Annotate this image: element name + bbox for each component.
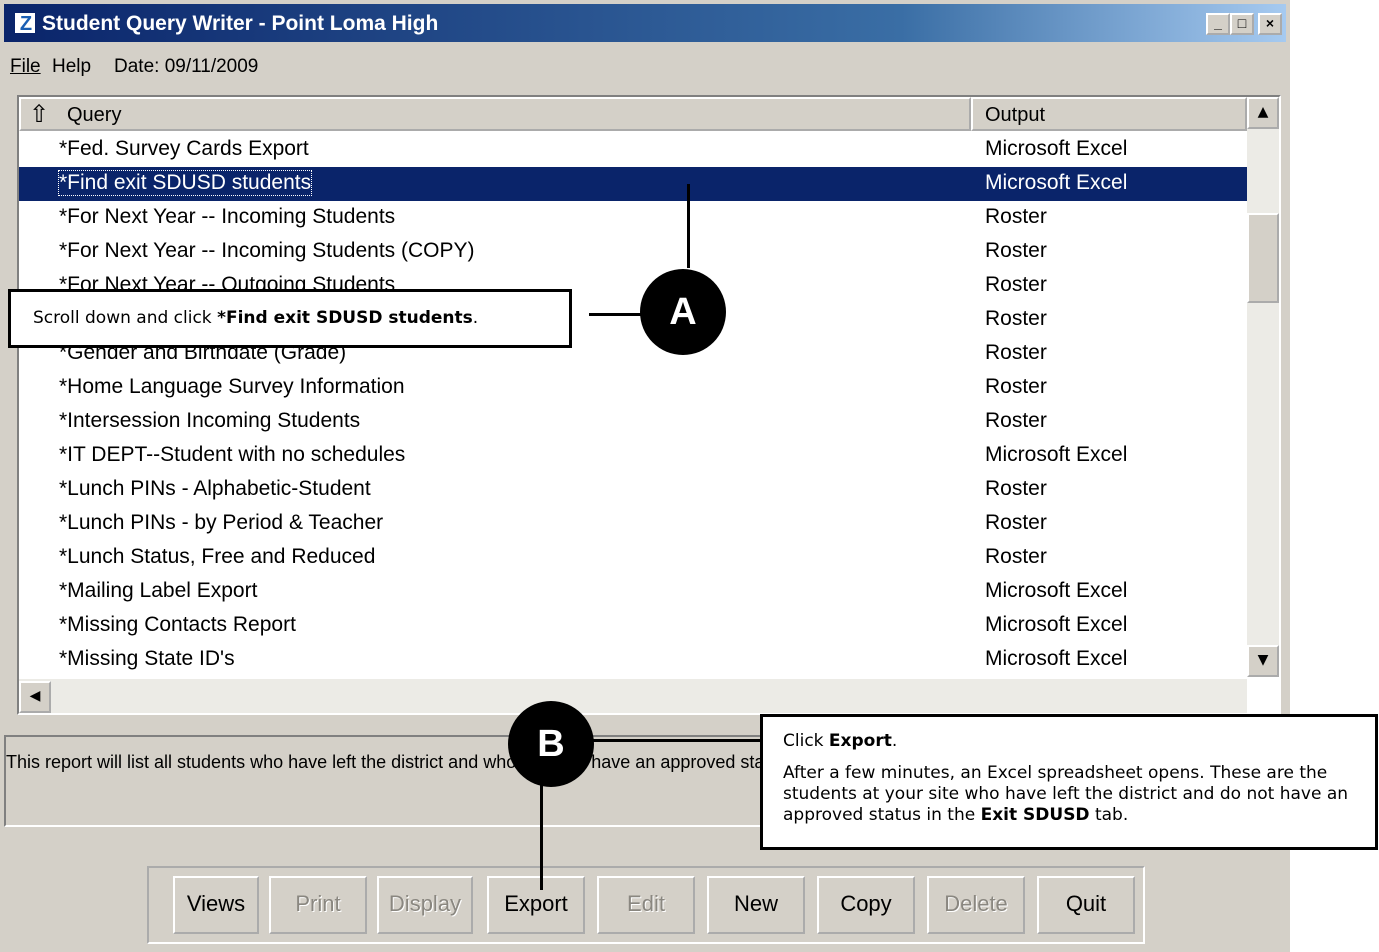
query-name: *Lunch PINs - Alphabetic-Student [59, 477, 371, 500]
scroll-thumb[interactable] [1247, 213, 1279, 303]
query-row[interactable]: *For Next Year -- Incoming Students Roste… [19, 201, 1247, 235]
query-name: *Intersession Incoming Students [59, 409, 361, 432]
query-row[interactable]: *For Next Year -- Incoming Students (COP… [19, 235, 1247, 269]
query-row[interactable]: *Missing Contacts Report Microsoft Excel [19, 609, 1247, 643]
query-row[interactable]: *Fed. Survey Cards Export Microsoft Excel [19, 133, 1247, 167]
query-name: *IT DEPT--Student with no schedules [59, 443, 406, 466]
close-button[interactable]: × [1258, 13, 1282, 35]
maximize-button[interactable]: □ [1230, 13, 1254, 35]
query-output-type: Microsoft Excel [985, 613, 1128, 636]
query-name: *Fed. Survey Cards Export [59, 137, 309, 160]
query-output-type: Microsoft Excel [985, 171, 1128, 194]
menu-bar: File Help Date: 09/11/2009 [4, 46, 1286, 86]
column-header-query[interactable]: ⇧ Query [19, 97, 971, 131]
query-name: *For Next Year -- Incoming Students [59, 205, 396, 228]
query-output-type: Roster [985, 409, 1047, 432]
edit-button[interactable]: Edit [597, 876, 695, 934]
query-output-type: Roster [985, 205, 1047, 228]
callout-a-box: Scroll down and click *Find exit SDUSD s… [8, 289, 572, 348]
query-name: *Find exit SDUSD students [57, 170, 313, 196]
copy-button[interactable]: Copy [817, 876, 915, 934]
query-output-type: Microsoft Excel [985, 137, 1128, 160]
query-output-type: Roster [985, 511, 1047, 534]
print-button[interactable]: Print [269, 876, 367, 934]
column-header-query-label: Query [67, 104, 122, 126]
callout-b-pointer-line [540, 785, 543, 890]
window-title: Student Query Writer - Point Loma High [42, 12, 439, 35]
query-row[interactable]: *Lunch Status, Free and Reduced Roster [19, 541, 1247, 575]
query-name: *Mailing Label Export [59, 579, 258, 602]
callout-a-pointer-line [687, 184, 690, 268]
query-row[interactable]: *Lunch PINs - by Period & Teacher Roster [19, 507, 1247, 541]
sort-arrow-icon: ⇧ [29, 101, 50, 128]
column-header-output[interactable]: Output [971, 97, 1247, 131]
query-output-type: Roster [985, 239, 1047, 262]
scroll-down-button[interactable]: ▼ [1247, 645, 1279, 677]
query-output-type: Microsoft Excel [985, 579, 1128, 602]
callout-a-badge: A [640, 269, 726, 355]
vertical-scrollbar[interactable]: ▲ ▼ [1247, 97, 1279, 677]
quit-button[interactable]: Quit [1037, 876, 1135, 934]
query-row[interactable]: *Lunch PINs - Alphabetic-Student Roster [19, 473, 1247, 507]
callout-a-text: Scroll down and click *Find exit SDUSD s… [33, 308, 479, 328]
query-name: *Missing State ID's [59, 647, 235, 670]
query-list[interactable]: ⇧ Query Output *Fed. Survey Cards Export… [17, 95, 1281, 715]
menu-file[interactable]: File [10, 56, 41, 78]
views-button[interactable]: Views [173, 876, 259, 934]
query-output-type: Microsoft Excel [985, 443, 1128, 466]
query-output-type: Roster [985, 375, 1047, 398]
callout-b-line1: Click Export. [783, 731, 898, 751]
callout-b-badge: B [508, 701, 594, 787]
display-button[interactable]: Display [377, 876, 473, 934]
query-row[interactable]: *Mailing Label Export Microsoft Excel [19, 575, 1247, 609]
callout-a-connector-line [589, 313, 645, 316]
app-icon: Z [14, 12, 36, 35]
query-output-type: Microsoft Excel [985, 647, 1128, 670]
minimize-button[interactable]: _ [1206, 13, 1230, 35]
query-output-type: Roster [985, 477, 1047, 500]
new-button[interactable]: New [707, 876, 805, 934]
export-button[interactable]: Export [487, 876, 585, 934]
query-name: *For Next Year -- Incoming Students (COP… [59, 239, 475, 262]
query-output-type: Roster [985, 341, 1047, 364]
callout-b-connector-line [592, 739, 762, 742]
scroll-up-button[interactable]: ▲ [1247, 97, 1279, 129]
query-row[interactable]: *Missing State ID's Microsoft Excel [19, 643, 1247, 677]
menu-help[interactable]: Help [52, 56, 91, 78]
query-name: *Lunch PINs - by Period & Teacher [59, 511, 384, 534]
horizontal-scrollbar[interactable]: ◀ [19, 679, 1247, 713]
query-name: *Home Language Survey Information [59, 375, 405, 398]
query-name: *Missing Contacts Report [59, 613, 296, 636]
callout-b-box: Click Export. After a few minutes, an Ex… [760, 714, 1378, 850]
delete-button[interactable]: Delete [927, 876, 1025, 934]
query-row[interactable]: *Intersession Incoming Students Roster [19, 405, 1247, 439]
callout-b-paragraph: After a few minutes, an Excel spreadshee… [783, 763, 1349, 825]
scroll-left-button[interactable]: ◀ [19, 681, 51, 713]
query-row[interactable]: *Home Language Survey Information Roster [19, 371, 1247, 405]
query-name: *Lunch Status, Free and Reduced [59, 545, 376, 568]
query-output-type: Roster [985, 545, 1047, 568]
title-bar[interactable]: Z Student Query Writer - Point Loma High… [4, 4, 1286, 42]
column-header-output-label: Output [985, 104, 1046, 126]
menu-date[interactable]: Date: 09/11/2009 [114, 56, 258, 78]
query-row[interactable]: *IT DEPT--Student with no schedules Micro… [19, 439, 1247, 473]
query-output-type: Roster [985, 273, 1047, 296]
query-output-type: Roster [985, 307, 1047, 330]
button-panel: Views Print Display Export Edit New Copy… [147, 866, 1145, 944]
query-row[interactable]: *Find exit SDUSD students Microsoft Excel [19, 167, 1247, 201]
